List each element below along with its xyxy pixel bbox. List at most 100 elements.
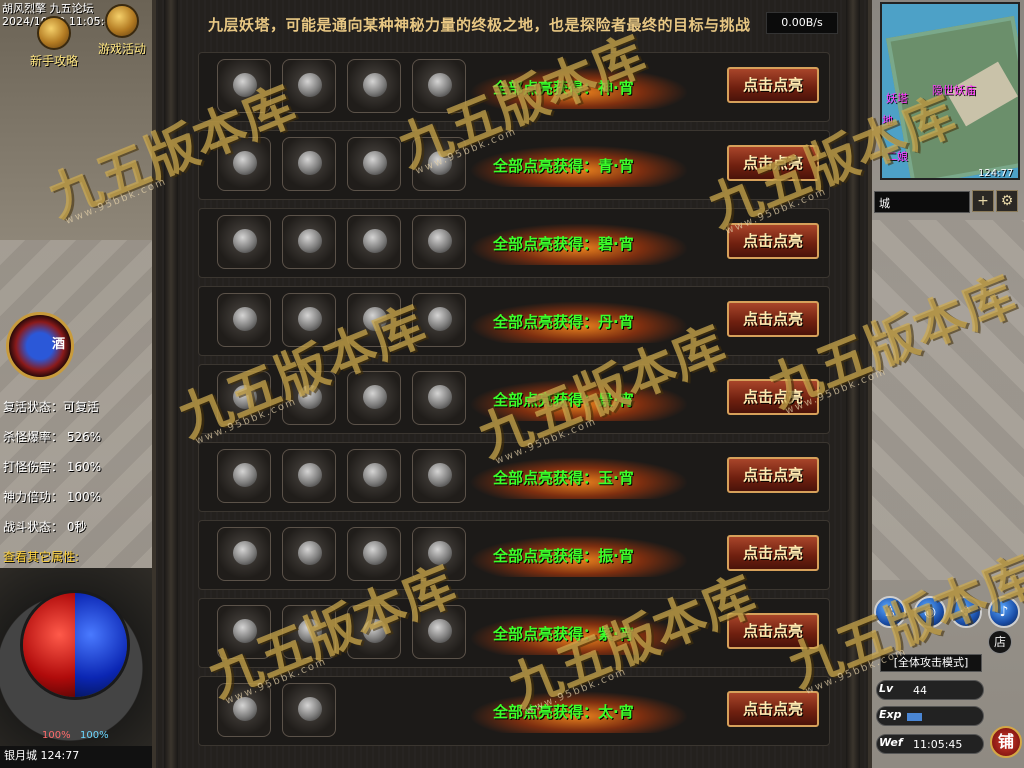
item-slot[interactable] — [412, 605, 466, 659]
light-up-button[interactable]: 点击点亮 — [727, 301, 819, 337]
medal-icon — [105, 4, 139, 38]
reward-label: 全部点亮获得：碧·宵 — [493, 235, 634, 253]
stat-combat: 战斗状态： 0秒 — [3, 520, 87, 534]
item-slot[interactable] — [282, 137, 336, 191]
light-up-button[interactable]: 点击点亮 — [727, 223, 819, 259]
stats-list: 复活状态：可复活 杀怪爆率： 526% 打怪伤害： 160% 神力倍功： 100… — [0, 396, 152, 576]
minimap-coord: 124:77 — [978, 168, 1014, 179]
reward-label: 全部点亮获得：太·宵 — [493, 703, 634, 721]
light-up-button[interactable]: 点击点亮 — [727, 691, 819, 727]
item-slot[interactable] — [282, 605, 336, 659]
minimap[interactable]: 隐世妖庙 妖塔 地 二娘 124:77 — [880, 2, 1020, 180]
item-slot[interactable] — [347, 527, 401, 581]
reward-row: 全部点亮获得：景·宵 点击点亮 — [198, 364, 830, 434]
reward-label: 全部点亮获得：丹·宵 — [493, 313, 634, 331]
item-slot[interactable] — [217, 293, 271, 347]
item-slot[interactable] — [412, 371, 466, 425]
reward-row: 全部点亮获得：碧·宵 点击点亮 — [198, 208, 830, 278]
item-slot[interactable] — [282, 59, 336, 113]
skill-icon-3[interactable]: ✥ — [950, 596, 982, 628]
item-slot[interactable] — [282, 371, 336, 425]
light-up-button[interactable]: 点击点亮 — [727, 67, 819, 103]
skill-icon-2[interactable]: ◉ — [914, 596, 946, 628]
item-slot[interactable] — [282, 449, 336, 503]
minimap-label: 地 — [882, 114, 893, 127]
reward-label: 全部点亮获得：振·宵 — [493, 547, 634, 565]
item-slot[interactable] — [217, 371, 271, 425]
item-slot[interactable] — [347, 137, 401, 191]
game-time: 11:05:45 — [913, 738, 963, 751]
reward-row: 全部点亮获得：丹·宵 点击点亮 — [198, 286, 830, 356]
item-slot[interactable] — [217, 59, 271, 113]
wef-bar: Wef 11:05:45 — [876, 734, 984, 754]
stat-revive: 复活状态：可复活 — [3, 400, 100, 414]
item-slot[interactable] — [412, 527, 466, 581]
scene-floor — [872, 220, 1024, 580]
mp-percent: 100% — [80, 730, 109, 741]
item-slot[interactable] — [217, 527, 271, 581]
item-slot[interactable] — [217, 683, 271, 737]
light-up-button[interactable]: 点击点亮 — [727, 535, 819, 571]
newbie-guide-label: 新手攻略 — [29, 54, 78, 68]
item-slot[interactable] — [347, 449, 401, 503]
exp-tag: Exp — [879, 708, 902, 721]
shop-small-button[interactable]: 店 — [988, 630, 1012, 654]
wine-buff-icon[interactable]: 酒 — [6, 312, 74, 380]
item-slot[interactable] — [347, 605, 401, 659]
newbie-guide-button[interactable]: 新手攻略 — [26, 16, 82, 69]
level-tag: Lv — [879, 682, 894, 695]
activity-label: 游戏活动 — [97, 42, 146, 56]
item-slot[interactable] — [217, 605, 271, 659]
reward-row: 全部点亮获得：太·宵 点击点亮 — [198, 676, 830, 746]
item-slot[interactable] — [282, 293, 336, 347]
hp-percent: 100% — [42, 730, 71, 741]
light-up-button[interactable]: 点击点亮 — [727, 145, 819, 181]
item-slot[interactable] — [217, 215, 271, 269]
light-up-button[interactable]: 点击点亮 — [727, 457, 819, 493]
panel-border-left — [164, 0, 178, 768]
item-slot[interactable] — [282, 215, 336, 269]
item-slot[interactable] — [412, 293, 466, 347]
item-slot[interactable] — [347, 371, 401, 425]
left-hud: 胡风烈擎 九五论坛 2024/10/09 11:05:45 新手攻略 游戏活动 … — [0, 0, 152, 768]
item-slot[interactable] — [347, 293, 401, 347]
item-slot[interactable] — [282, 527, 336, 581]
minimap-label: 隐世妖庙 — [932, 84, 976, 97]
medal-icon — [37, 16, 71, 50]
mp-half — [75, 593, 127, 697]
item-slot[interactable] — [347, 215, 401, 269]
reward-row: 全部点亮获得：神·宵 点击点亮 — [198, 52, 830, 122]
item-slot[interactable] — [217, 449, 271, 503]
minimap-label: 妖塔 — [886, 92, 908, 105]
item-slot[interactable] — [412, 449, 466, 503]
skill-icon-4[interactable]: ♪ — [988, 596, 1020, 628]
skill-icon-1[interactable]: ♟ — [874, 596, 906, 628]
reward-row: 全部点亮获得：紫·宵 点击点亮 — [198, 598, 830, 668]
level-value: 44 — [913, 684, 927, 697]
right-hud: 隐世妖庙 妖塔 地 二娘 124:77 城 + ⚙ ♟ ◉ ✥ ♪ 店 [全体攻… — [872, 0, 1024, 768]
attack-mode-button[interactable]: [全体攻击模式] — [880, 654, 982, 672]
settings-gear-button[interactable]: ⚙ — [996, 190, 1018, 212]
light-up-button[interactable]: 点击点亮 — [727, 379, 819, 415]
network-speed: 0.00B/s — [766, 12, 838, 34]
item-slot[interactable] — [347, 59, 401, 113]
location-label: 银月城 124:77 — [0, 746, 152, 768]
shop-big-button[interactable]: 铺 — [990, 726, 1022, 758]
nine-tower-panel: 九层妖塔，可能是通向某种神秘力量的终极之地，也是探险者最终的目标与挑战 0.00… — [152, 0, 872, 768]
minimap-search-input[interactable]: 城 — [874, 191, 970, 213]
item-slot[interactable] — [217, 137, 271, 191]
reward-row: 全部点亮获得：玉·宵 点击点亮 — [198, 442, 830, 512]
item-slot[interactable] — [282, 683, 336, 737]
reward-row: 全部点亮获得：振·宵 点击点亮 — [198, 520, 830, 590]
item-slot[interactable] — [412, 215, 466, 269]
item-slot[interactable] — [412, 59, 466, 113]
exp-fill — [907, 713, 922, 721]
zoom-in-button[interactable]: + — [972, 190, 994, 212]
hp-half — [23, 593, 75, 697]
panel-border-right — [846, 0, 860, 768]
activity-button[interactable]: 游戏活动 — [94, 4, 150, 57]
stat-drop-rate: 杀怪爆率： 526% — [3, 430, 102, 444]
light-up-button[interactable]: 点击点亮 — [727, 613, 819, 649]
item-slot[interactable] — [412, 137, 466, 191]
reward-label: 全部点亮获得：玉·宵 — [493, 469, 634, 487]
